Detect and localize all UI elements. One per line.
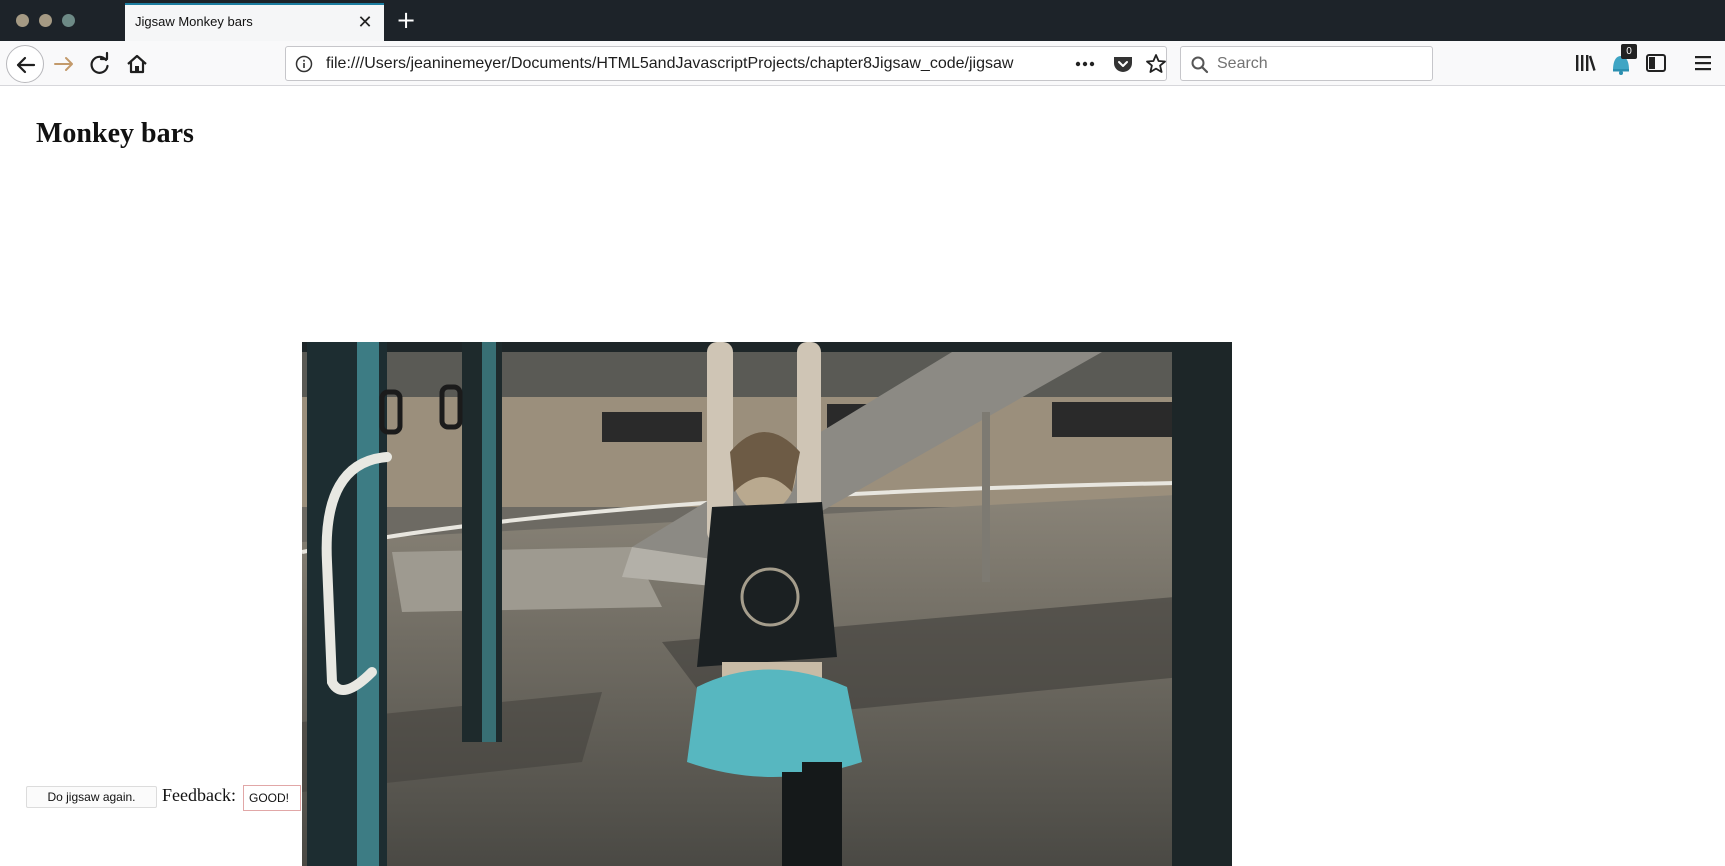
photo-illustration: [302, 342, 1232, 866]
pocket-icon[interactable]: [1111, 53, 1135, 75]
feedback-label: Feedback:: [162, 785, 236, 805]
navigation-bar: file:///Users/jeaninemeyer/Documents/HTM…: [0, 41, 1725, 86]
search-icon: [1191, 56, 1209, 74]
url-bar[interactable]: file:///Users/jeaninemeyer/Documents/HTM…: [285, 46, 1167, 81]
back-icon: [16, 56, 36, 74]
tab-title: Jigsaw Monkey bars: [135, 14, 253, 29]
back-button[interactable]: [6, 45, 44, 83]
browser-titlebar: Jigsaw Monkey bars ✕ +: [0, 0, 1725, 41]
info-icon[interactable]: [295, 55, 313, 73]
library-icon[interactable]: [1572, 50, 1598, 76]
library-badge: 0: [1621, 44, 1637, 59]
reload-button[interactable]: [84, 48, 116, 80]
home-icon: [127, 54, 147, 74]
reload-icon: [90, 51, 109, 74]
home-button[interactable]: [121, 48, 153, 80]
search-placeholder: Search: [1217, 55, 1268, 72]
menu-icon[interactable]: [1690, 50, 1716, 76]
new-tab-button[interactable]: +: [393, 7, 419, 33]
star-icon[interactable]: [1144, 52, 1168, 76]
do-jigsaw-again-button[interactable]: Do jigsaw again.: [26, 786, 157, 808]
window-maximize-button[interactable]: [62, 14, 75, 27]
window-minimize-button[interactable]: [39, 14, 52, 27]
window-close-button[interactable]: [16, 14, 29, 27]
monkey-bars-photo[interactable]: [302, 342, 1232, 866]
forward-button[interactable]: [48, 48, 80, 80]
page-title: Monkey bars: [36, 118, 194, 149]
more-icon[interactable]: [1073, 53, 1097, 75]
feedback-field[interactable]: GOOD!: [243, 785, 301, 811]
url-text[interactable]: file:///Users/jeaninemeyer/Documents/HTM…: [326, 55, 1016, 75]
tab-active[interactable]: Jigsaw Monkey bars ✕: [125, 3, 384, 41]
url-value: file:///Users/jeaninemeyer/Documents/HTM…: [326, 55, 1014, 72]
sidebar-icon[interactable]: [1643, 50, 1669, 76]
tab-close-icon[interactable]: ✕: [355, 13, 375, 33]
forward-icon: [54, 57, 73, 71]
search-input[interactable]: Search: [1180, 46, 1433, 81]
